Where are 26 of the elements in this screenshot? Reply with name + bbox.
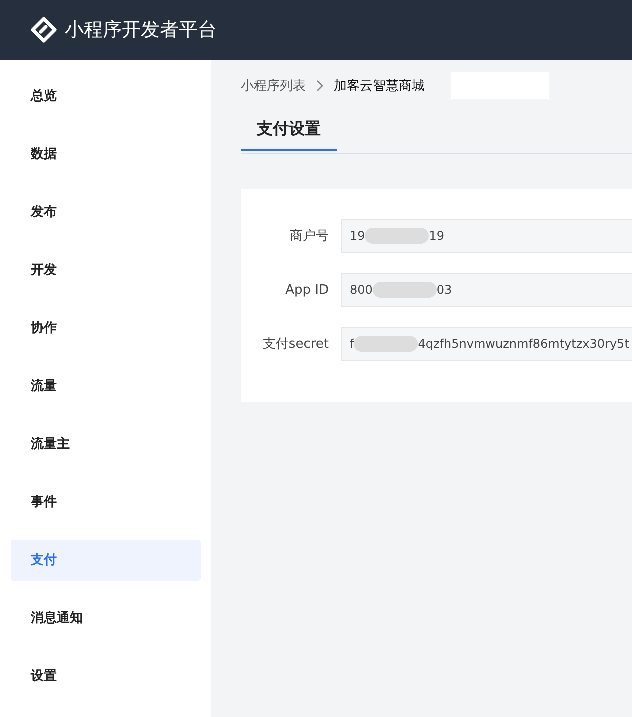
sidebar-item[interactable]: 支付	[11, 540, 201, 581]
sidebar-item[interactable]: 协作	[11, 308, 201, 349]
chevron-icon	[316, 80, 324, 92]
breadcrumb-current: 加客云智慧商城	[334, 78, 425, 94]
blurred-text	[372, 282, 437, 298]
sidebar-item[interactable]: 流量主	[11, 424, 201, 465]
sidebar-item[interactable]: 流量	[11, 366, 201, 407]
sidebar-item[interactable]: 总览	[11, 76, 201, 117]
field-label: 支付secret	[262, 336, 330, 353]
sidebar-item[interactable]: 数据	[11, 134, 201, 175]
sidebar-item[interactable]: 开发	[11, 250, 201, 291]
breadcrumb-link[interactable]: 小程序列表	[241, 76, 306, 94]
field-label: 商户号	[289, 228, 330, 245]
sidebar-item[interactable]: 设置	[11, 656, 201, 697]
input-field[interactable]: 800 03	[341, 273, 632, 307]
field-label: App ID	[284, 282, 330, 298]
sidebar-item[interactable]: 发布	[11, 192, 201, 233]
sidebar-item[interactable]: 事件	[11, 482, 201, 523]
app-title: 小程序开发者平台	[65, 18, 217, 43]
blurred-text	[365, 228, 430, 244]
input-field[interactable]: 19 19	[341, 219, 632, 253]
tab[interactable]: 支付设置	[241, 109, 337, 151]
input-field[interactable]: f 4qzfh5nvmwuznmf86mtytzx30ry5t	[341, 327, 632, 361]
sidebar-item[interactable]: 消息通知	[11, 598, 201, 639]
logo-icon	[31, 17, 57, 43]
blurred-text	[354, 336, 418, 352]
